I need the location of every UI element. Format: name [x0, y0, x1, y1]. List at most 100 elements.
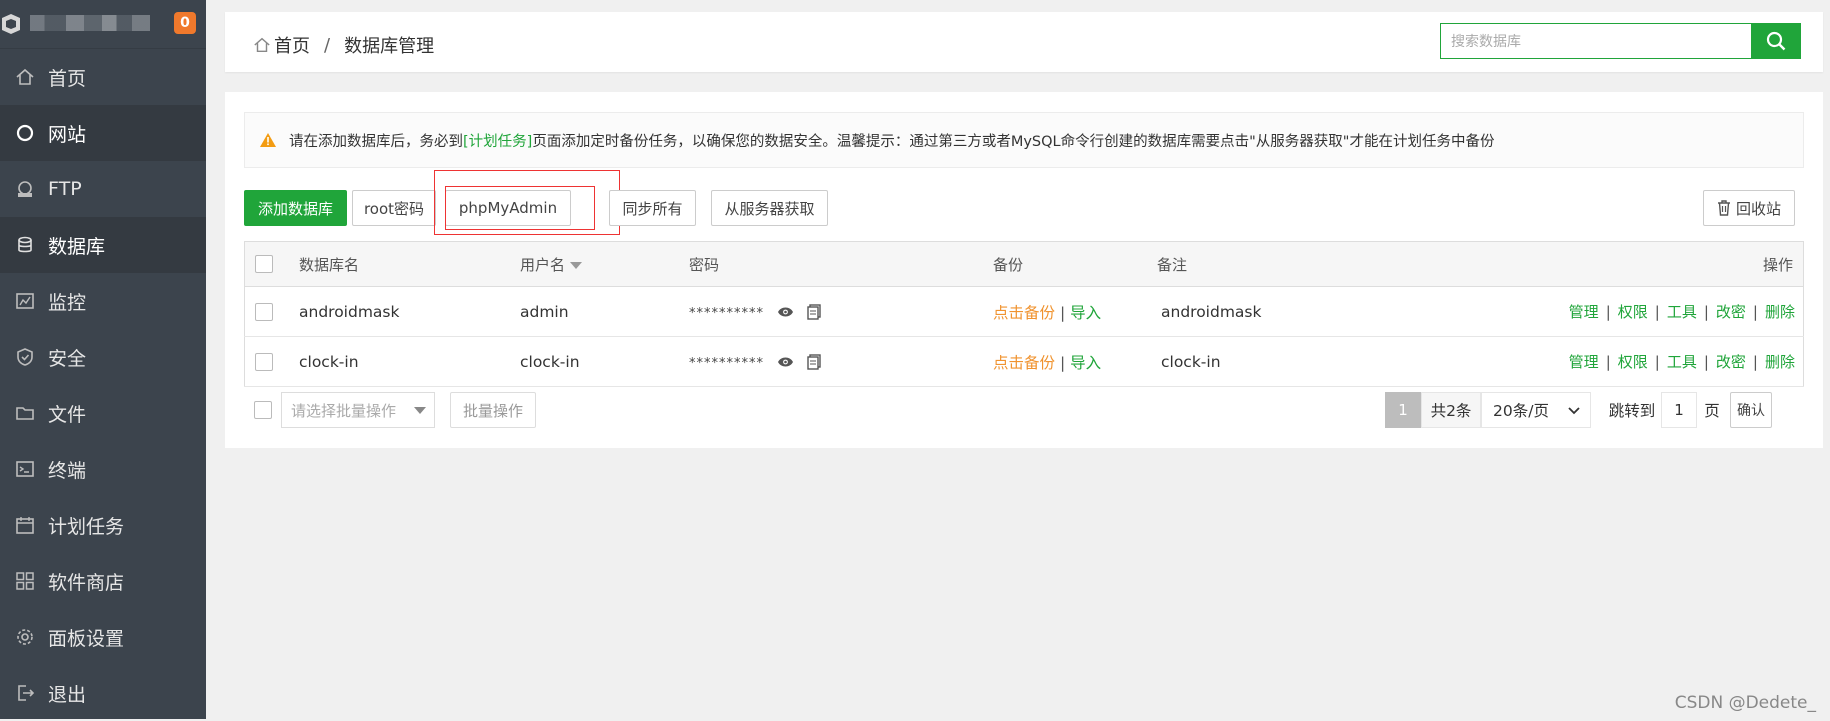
- separator: |: [1752, 353, 1758, 371]
- database-icon: [14, 234, 36, 256]
- page-title: 数据库管理: [344, 36, 435, 57]
- copy-icon[interactable]: [807, 304, 821, 320]
- monitor-icon: [14, 290, 36, 312]
- sidebar-item-label: 计划任务: [48, 515, 125, 538]
- jump-label: 跳转到: [1608, 402, 1656, 420]
- db-backup-cell: 点击备份 | 导入: [992, 336, 1156, 387]
- search-input[interactable]: [1441, 24, 1753, 60]
- sidebar-item-label: 安全: [48, 347, 87, 370]
- change-password-link[interactable]: 改密: [1716, 303, 1746, 321]
- shield-icon: [14, 346, 36, 368]
- sort-down-icon: [570, 261, 583, 269]
- logout-icon: [14, 682, 36, 704]
- col-name[interactable]: 数据库名: [298, 241, 519, 287]
- sidebar-item-label: 数据库: [48, 235, 106, 258]
- db-password: **********: [689, 355, 764, 371]
- page-current[interactable]: 1: [1385, 392, 1421, 428]
- permission-link[interactable]: 权限: [1618, 303, 1648, 321]
- table-row: clock-in clock-in ********** 点击备份 | 导入 c…: [244, 336, 1804, 387]
- backup-link[interactable]: 点击备份: [993, 354, 1055, 372]
- batch-action-select[interactable]: 请选择批量操作: [281, 392, 435, 428]
- root-password-button[interactable]: root密码: [352, 190, 436, 226]
- manage-link[interactable]: 管理: [1569, 303, 1599, 321]
- db-note-text[interactable]: clock-in: [1157, 353, 1221, 371]
- table-header-row: 数据库名 用户名 密码 备份 备注 操作: [244, 241, 1804, 287]
- sidebar-item-settings[interactable]: 面板设置: [0, 609, 206, 665]
- db-note-text[interactable]: androidmask: [1157, 303, 1261, 321]
- database-table: 数据库名 用户名 密码 备份 备注 操作 androidmask admin *…: [244, 241, 1804, 387]
- row-checkbox[interactable]: [255, 352, 273, 371]
- db-note: androidmask: [1156, 286, 1458, 337]
- db-password-cell: **********: [688, 286, 992, 337]
- delete-link[interactable]: 删除: [1765, 303, 1795, 321]
- globe-icon: [14, 122, 36, 144]
- permission-link[interactable]: 权限: [1618, 353, 1648, 371]
- add-database-button[interactable]: 添加数据库: [244, 190, 347, 226]
- ops-cell: 管理 | 权限 | 工具 | 改密 | 删除: [1458, 286, 1804, 337]
- manage-link[interactable]: 管理: [1569, 353, 1599, 371]
- apps-icon: [14, 570, 36, 592]
- batch-action-button[interactable]: 批量操作: [450, 392, 536, 428]
- notification-badge[interactable]: 0: [174, 12, 196, 34]
- eye-icon[interactable]: [777, 306, 794, 318]
- caret-down-icon: [414, 407, 426, 414]
- jump-page-input[interactable]: 1: [1661, 392, 1697, 428]
- select-all-checkbox[interactable]: [255, 255, 273, 274]
- separator: |: [1605, 303, 1611, 321]
- notice-cron-link[interactable]: [计划任务]: [463, 130, 532, 151]
- sidebar-item-files[interactable]: 文件: [0, 385, 206, 441]
- gear-icon: [14, 626, 36, 648]
- sidebar-item-store[interactable]: 软件商店: [0, 553, 206, 609]
- sidebar-item-ftp[interactable]: FTP: [0, 161, 206, 217]
- sidebar-item-logout[interactable]: 退出: [0, 665, 206, 721]
- separator: |: [1703, 353, 1709, 371]
- db-password-cell: **********: [688, 336, 992, 387]
- col-ops: 操作: [1458, 241, 1804, 287]
- sidebar-item-security[interactable]: 安全: [0, 329, 206, 385]
- tools-link[interactable]: 工具: [1667, 303, 1697, 321]
- page-size-select[interactable]: 20条/页: [1481, 392, 1591, 428]
- separator: |: [1703, 303, 1709, 321]
- batch-action-placeholder: 请选择批量操作: [291, 401, 397, 420]
- sidebar-item-website[interactable]: 网站: [0, 105, 206, 161]
- sidebar-item-cron[interactable]: 计划任务: [0, 497, 206, 553]
- separator: |: [1654, 303, 1660, 321]
- phpmyadmin-button[interactable]: phpMyAdmin: [445, 190, 571, 226]
- copy-icon[interactable]: [807, 354, 821, 370]
- recycle-bin-button[interactable]: 回收站: [1703, 190, 1795, 226]
- watermark: CSDN @Dedete_: [1674, 693, 1816, 713]
- row-checkbox[interactable]: [255, 302, 273, 321]
- user-avatar-blurred[interactable]: [30, 15, 150, 31]
- confirm-jump-button[interactable]: 确认: [1730, 392, 1772, 428]
- delete-link[interactable]: 删除: [1765, 353, 1795, 371]
- trash-icon: [1717, 200, 1730, 216]
- batch-select-checkbox[interactable]: [254, 401, 272, 419]
- home-icon: [254, 37, 270, 53]
- search-button[interactable]: [1751, 23, 1801, 59]
- search-icon: [1766, 31, 1786, 51]
- col-user-label: 用户名: [520, 255, 566, 274]
- sidebar-item-label: 退出: [48, 683, 87, 706]
- separator: |: [1605, 353, 1611, 371]
- sidebar-item-terminal[interactable]: 终端: [0, 441, 206, 497]
- col-user[interactable]: 用户名: [519, 241, 688, 287]
- sidebar-header: 0: [0, 0, 206, 49]
- tools-link[interactable]: 工具: [1667, 353, 1697, 371]
- sidebar-item-home[interactable]: 首页: [0, 49, 206, 105]
- fetch-from-server-button[interactable]: 从服务器获取: [711, 190, 828, 226]
- search-box: [1440, 23, 1753, 60]
- import-link[interactable]: 导入: [1070, 354, 1101, 372]
- sidebar-item-label: 文件: [48, 403, 87, 426]
- sync-all-button[interactable]: 同步所有: [609, 190, 696, 226]
- sidebar-nav: 首页 网站 FTP 数据库 监控 安全 文件 终端 计划任务 软件商店 面板设置…: [0, 49, 206, 721]
- backup-link[interactable]: 点击备份: [993, 304, 1055, 322]
- breadcrumb-home[interactable]: 首页: [274, 32, 310, 58]
- table-row: androidmask admin ********** 点击备份 | 导入 a…: [244, 286, 1804, 337]
- notice-text-suffix: 页面添加定时备份任务，以确保您的数据安全。温馨提示：通过第三方或者MySQL命令…: [532, 133, 1495, 150]
- sidebar-item-monitor[interactable]: 监控: [0, 273, 206, 329]
- eye-icon[interactable]: [777, 356, 794, 368]
- change-password-link[interactable]: 改密: [1716, 353, 1746, 371]
- sidebar-item-database[interactable]: 数据库: [0, 217, 206, 273]
- import-link[interactable]: 导入: [1070, 304, 1101, 322]
- row-select-cell: [244, 286, 298, 337]
